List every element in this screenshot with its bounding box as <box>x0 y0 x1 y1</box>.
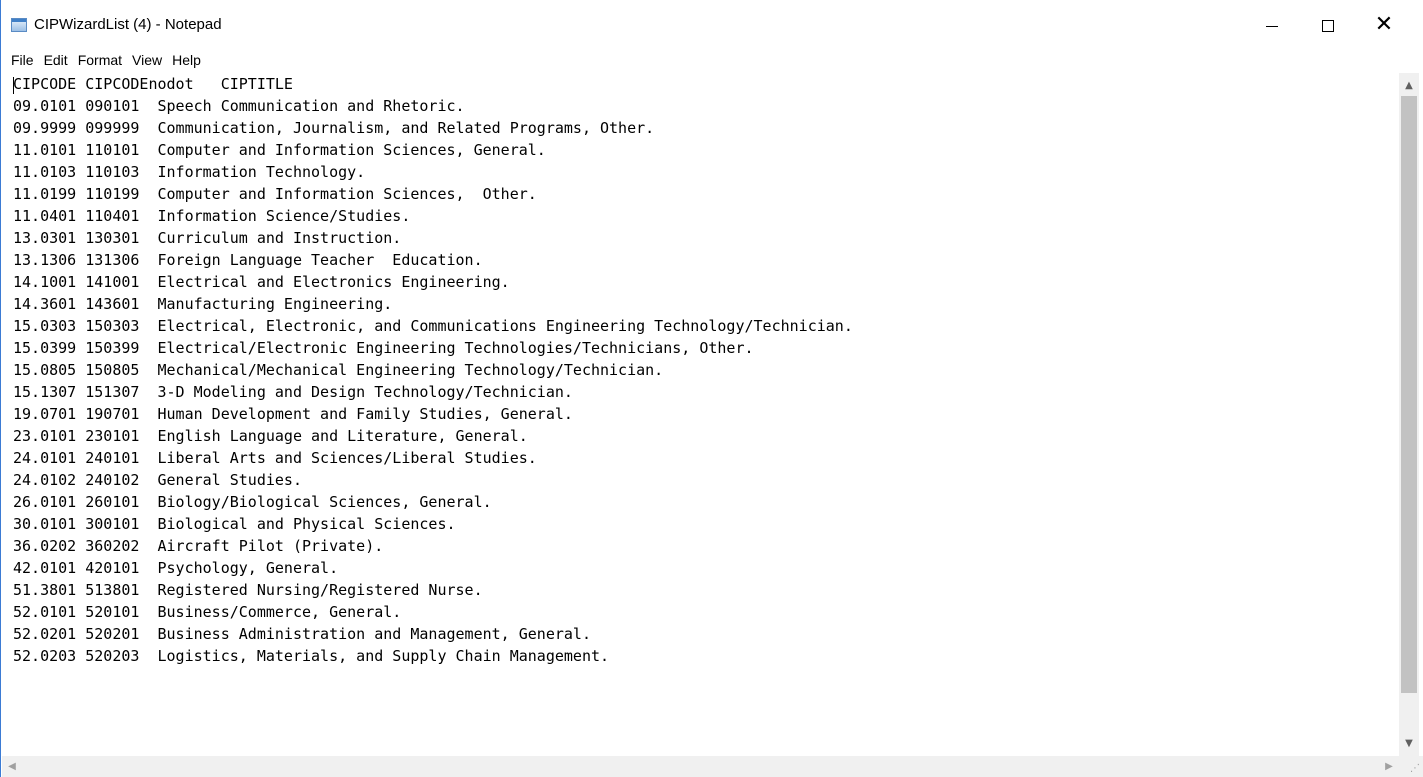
notepad-window: CIPWizardList (4) - Notepad ✕ File Edit … <box>0 0 1423 777</box>
text-line: 36.0202 360202 Aircraft Pilot (Private). <box>13 537 384 555</box>
window-title: CIPWizardList (4) - Notepad <box>34 16 222 33</box>
text-line: CIPCODE CIPCODEnodot CIPTITLE <box>13 75 293 93</box>
scroll-left-icon[interactable]: ◀ <box>2 756 22 777</box>
text-line: 15.0805 150805 Mechanical/Mechanical Eng… <box>13 361 664 379</box>
menu-view[interactable]: View <box>127 48 167 72</box>
text-line: 15.0303 150303 Electrical, Electronic, a… <box>13 317 853 335</box>
text-line: 11.0103 110103 Information Technology. <box>13 163 366 181</box>
scroll-down-icon[interactable]: ▼ <box>1399 735 1419 752</box>
text-line: 14.1001 141001 Electrical and Electronic… <box>13 273 510 291</box>
text-line: 11.0401 110401 Information Science/Studi… <box>13 207 411 225</box>
menu-format[interactable]: Format <box>73 48 127 72</box>
notepad-icon[interactable] <box>11 18 27 32</box>
close-button[interactable]: ✕ <box>1356 0 1412 48</box>
scroll-right-icon[interactable]: ▶ <box>1379 756 1399 777</box>
menu-help[interactable]: Help <box>167 48 206 72</box>
text-editor-area[interactable]: CIPCODE CIPCODEnodot CIPTITLE 09.0101 09… <box>6 73 1398 756</box>
text-line: 13.1306 131306 Foreign Language Teacher … <box>13 251 483 269</box>
text-line: 19.0701 190701 Human Development and Fam… <box>13 405 573 423</box>
text-line: 24.0101 240101 Liberal Arts and Sciences… <box>13 449 537 467</box>
maximize-icon <box>1322 20 1334 32</box>
scroll-up-icon[interactable]: ▲ <box>1399 77 1419 94</box>
text-line: 09.0101 090101 Speech Communication and … <box>13 97 465 115</box>
resize-corner[interactable]: ⋰ <box>1399 756 1423 777</box>
vertical-scroll-thumb[interactable] <box>1401 96 1417 693</box>
resize-grip-icon: ⋰ <box>1410 763 1420 774</box>
menu-bar: File Edit Format View Help <box>1 48 1423 72</box>
menu-edit[interactable]: Edit <box>39 48 73 72</box>
text-line: 23.0101 230101 English Language and Lite… <box>13 427 528 445</box>
menu-file[interactable]: File <box>1 48 39 72</box>
text-line: 11.0101 110101 Computer and Information … <box>13 141 546 159</box>
text-line: 26.0101 260101 Biology/Biological Scienc… <box>13 493 492 511</box>
minimize-button[interactable] <box>1244 0 1300 48</box>
maximize-button[interactable] <box>1300 0 1356 48</box>
text-line: 13.0301 130301 Curriculum and Instructio… <box>13 229 402 247</box>
text-line: 52.0203 520203 Logistics, Materials, and… <box>13 647 610 665</box>
text-line: 42.0101 420101 Psychology, General. <box>13 559 339 577</box>
text-line: 11.0199 110199 Computer and Information … <box>13 185 537 203</box>
title-bar[interactable]: CIPWizardList (4) - Notepad ✕ <box>1 0 1423 48</box>
text-line: 14.3601 143601 Manufacturing Engineering… <box>13 295 393 313</box>
text-line: 15.0399 150399 Electrical/Electronic Eng… <box>13 339 754 357</box>
vertical-scrollbar[interactable]: ▲ ▼ <box>1399 73 1419 756</box>
text-line: 52.0101 520101 Business/Commerce, Genera… <box>13 603 402 621</box>
minimize-icon <box>1266 25 1278 27</box>
close-icon: ✕ <box>1374 12 1394 37</box>
text-line: 15.1307 151307 3-D Modeling and Design T… <box>13 383 573 401</box>
text-line: 09.9999 099999 Communication, Journalism… <box>13 119 655 137</box>
text-line: 52.0201 520201 Business Administration a… <box>13 625 591 643</box>
text-line: 24.0102 240102 General Studies. <box>13 471 302 489</box>
text-line: 51.3801 513801 Registered Nursing/Regist… <box>13 581 483 599</box>
horizontal-scrollbar[interactable]: ◀ ▶ <box>2 756 1399 777</box>
text-line: 30.0101 300101 Biological and Physical S… <box>13 515 456 533</box>
